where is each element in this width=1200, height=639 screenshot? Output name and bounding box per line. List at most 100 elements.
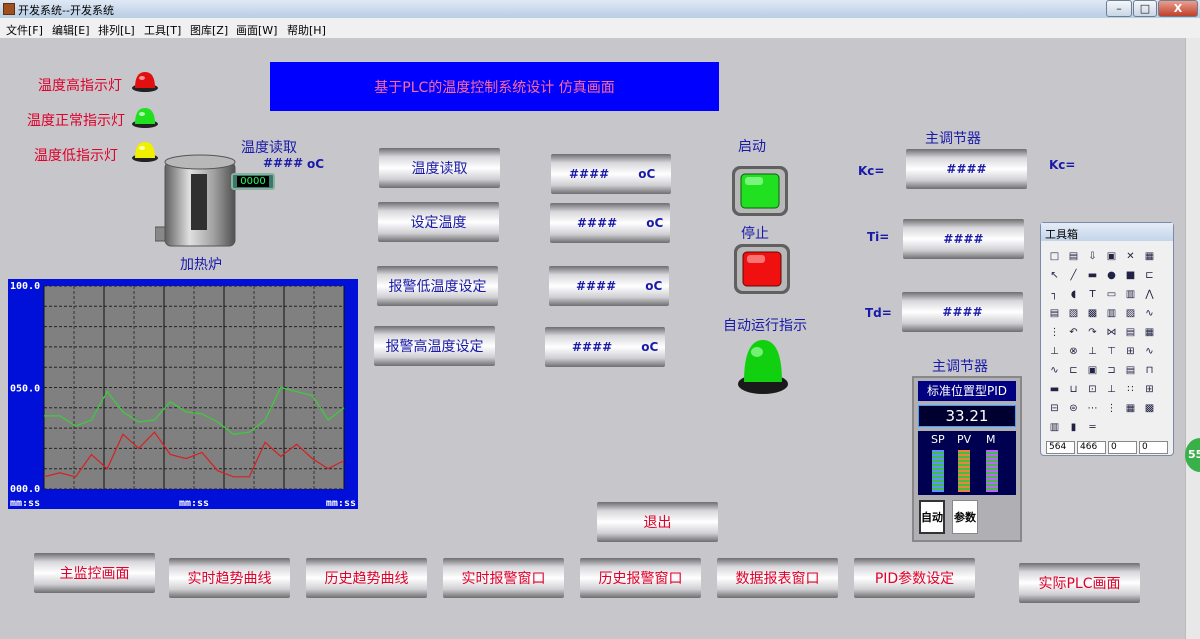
tool-item-42-icon[interactable]: ▬ — [1048, 383, 1061, 396]
tool-text-icon[interactable]: T — [1086, 288, 1099, 301]
tool-item-29-icon[interactable]: ▦ — [1143, 326, 1156, 339]
tool-item-26-icon[interactable]: ↷ — [1086, 326, 1099, 339]
temp-read-button[interactable]: 温度读取 — [379, 148, 500, 188]
close-button[interactable]: X — [1158, 0, 1198, 17]
exit-button[interactable]: 退出 — [597, 502, 718, 542]
nav-history-alarm-button[interactable]: 历史报警窗口 — [580, 558, 701, 598]
tool-item-36-icon[interactable]: ∿ — [1048, 364, 1061, 377]
tool-item-28-icon[interactable]: ▤ — [1124, 326, 1137, 339]
start-button[interactable] — [731, 165, 789, 217]
tool-line-icon[interactable]: ╱ — [1067, 269, 1080, 282]
nav-actual-plc-button[interactable]: 实际PLC画面 — [1019, 563, 1140, 603]
tool-item-56-icon[interactable]: ═ — [1086, 421, 1099, 434]
tool-item-35-icon[interactable]: ∿ — [1143, 345, 1156, 358]
tool-ellipse-flat-icon[interactable]: ▬ — [1086, 269, 1099, 282]
nav-data-report-button[interactable]: 数据报表窗口 — [717, 558, 838, 598]
nav-realtime-alarm-button[interactable]: 实时报警窗口 — [443, 558, 564, 598]
tool-curve-icon[interactable]: ⋀ — [1143, 288, 1156, 301]
tool-save-icon[interactable]: ▣ — [1105, 250, 1118, 263]
temp-read-field[interactable]: #### oC — [551, 154, 671, 194]
tool-item-19-icon[interactable]: ▧ — [1067, 307, 1080, 320]
tool-item-27-icon[interactable]: ⋈ — [1105, 326, 1118, 339]
tool-item-24-icon[interactable]: ⋮ — [1048, 326, 1061, 339]
tool-cut-icon[interactable]: ✕ — [1124, 250, 1137, 263]
menu-tools[interactable]: 工具[T] — [144, 22, 181, 38]
tool-item-32-icon[interactable]: ⊥ — [1086, 345, 1099, 358]
tool-item-52-icon[interactable]: ▦ — [1124, 402, 1137, 415]
menu-edit[interactable]: 编辑[E] — [52, 22, 90, 38]
nav-main-monitor-button[interactable]: 主监控画面 — [34, 553, 155, 593]
td-field[interactable]: #### — [902, 292, 1023, 332]
tool-rect-icon[interactable]: ■ — [1124, 269, 1137, 282]
tool-item-45-icon[interactable]: ⊥ — [1105, 383, 1118, 396]
tool-item-33-icon[interactable]: ⊤ — [1105, 345, 1118, 358]
tool-item-31-icon[interactable]: ⊗ — [1067, 345, 1080, 358]
coord-w: 0 — [1108, 441, 1137, 454]
tool-item-25-icon[interactable]: ↶ — [1067, 326, 1080, 339]
tool-circle-icon[interactable]: ● — [1105, 269, 1118, 282]
tool-item-49-icon[interactable]: ⊜ — [1067, 402, 1080, 415]
tool-item-44-icon[interactable]: ⊡ — [1086, 383, 1099, 396]
tool-item-34-icon[interactable]: ⊞ — [1124, 345, 1137, 358]
ti-field[interactable]: #### — [903, 219, 1024, 259]
tool-item-38-icon[interactable]: ▣ — [1086, 364, 1099, 377]
stop-label: 停止 — [741, 226, 769, 242]
green-lamp-icon — [132, 108, 158, 128]
tool-item-46-icon[interactable]: ∷ — [1124, 383, 1137, 396]
param-button[interactable]: 参数 — [952, 500, 978, 534]
tool-item-41-icon[interactable]: ⊓ — [1143, 364, 1156, 377]
tool-item-43-icon[interactable]: ⊔ — [1067, 383, 1080, 396]
menu-help[interactable]: 帮助[H] — [287, 22, 326, 38]
tool-item-22-icon[interactable]: ▨ — [1124, 307, 1137, 320]
kc-field[interactable]: #### — [906, 149, 1027, 189]
alarm-high-set-button[interactable]: 报警高温度设定 — [374, 326, 495, 366]
tool-item-51-icon[interactable]: ⋮ — [1105, 402, 1118, 415]
set-temp-button[interactable]: 设定温度 — [378, 202, 499, 242]
heater-temp-value: #### — [263, 156, 304, 170]
toolbox-title: 工具箱 — [1041, 223, 1173, 241]
tool-import-icon[interactable]: ⇩ — [1086, 250, 1099, 263]
tool-item-37-icon[interactable]: ⊏ — [1067, 364, 1080, 377]
tool-item-50-icon[interactable]: ⋯ — [1086, 402, 1099, 415]
alarm-low-set-button[interactable]: 报警低温度设定 — [377, 266, 498, 306]
tool-item-40-icon[interactable]: ▤ — [1124, 364, 1137, 377]
tool-open-icon[interactable]: ▤ — [1067, 250, 1080, 263]
tool-chart-icon[interactable]: ▥ — [1124, 288, 1137, 301]
vertical-scrollbar[interactable] — [1185, 38, 1200, 639]
tool-item-20-icon[interactable]: ▩ — [1086, 307, 1099, 320]
tool-new-icon[interactable]: □ — [1048, 250, 1061, 263]
tool-item-54-icon[interactable]: ▥ — [1048, 421, 1061, 434]
stop-button[interactable] — [733, 243, 791, 295]
tool-item-30-icon[interactable]: ⊥ — [1048, 345, 1061, 358]
nav-history-trend-button[interactable]: 历史趋势曲线 — [306, 558, 427, 598]
tool-item-18-icon[interactable]: ▤ — [1048, 307, 1061, 320]
tool-paint-icon[interactable]: ▦ — [1143, 250, 1156, 263]
nav-realtime-trend-button[interactable]: 实时趋势曲线 — [169, 558, 290, 598]
set-temp-field[interactable]: #### oC — [550, 203, 670, 243]
alarm-low-field[interactable]: #### oC — [549, 266, 669, 306]
tool-bracket-icon[interactable]: ⊏ — [1143, 269, 1156, 282]
tool-arc-icon[interactable]: ◖ — [1067, 288, 1080, 301]
tool-select-icon[interactable]: ↖ — [1048, 269, 1061, 282]
nav-pid-settings-button[interactable]: PID参数设定 — [854, 558, 975, 598]
auto-button[interactable]: 自动 — [919, 500, 945, 534]
restore-button[interactable]: □ — [1133, 0, 1157, 17]
tool-item-23-icon[interactable]: ∿ — [1143, 307, 1156, 320]
tool-item-48-icon[interactable]: ⊟ — [1048, 402, 1061, 415]
tool-item-55-icon[interactable]: ▮ — [1067, 421, 1080, 434]
minimize-button[interactable]: – — [1106, 0, 1132, 17]
tool-item-53-icon[interactable]: ▩ — [1143, 402, 1156, 415]
tool-item-39-icon[interactable]: ⊐ — [1105, 364, 1118, 377]
tool-item-21-icon[interactable]: ▥ — [1105, 307, 1118, 320]
tool-item-47-icon[interactable]: ⊞ — [1143, 383, 1156, 396]
menu-file[interactable]: 文件[F] — [6, 22, 43, 38]
menu-arrange[interactable]: 排列[L] — [98, 22, 135, 38]
tool-corner-icon[interactable]: ┐ — [1048, 288, 1061, 301]
alarm-high-field[interactable]: #### oC — [545, 327, 665, 367]
alarm-low-unit: oC — [645, 279, 663, 293]
menu-screen[interactable]: 画面[W] — [236, 22, 277, 38]
red-lamp-icon — [132, 72, 158, 92]
tool-rounded-rect-icon[interactable]: ▭ — [1105, 288, 1118, 301]
toolbox-window[interactable]: 工具箱 □ ▤ ⇩ ▣ ✕ ▦ ↖ ╱ ▬ ● ■ ⊏ ┐ ◖ T ▭ ▥ ⋀ ▤ ▧ ▩ ▥ ▨ ∿ ⋮ ↶ ↷ ⋈ ▤ ▦ ⊥ ⊗ ⊥ ⊤ ⊞ ∿… — [1040, 222, 1174, 456]
menu-library[interactable]: 图库[Z] — [190, 22, 228, 38]
